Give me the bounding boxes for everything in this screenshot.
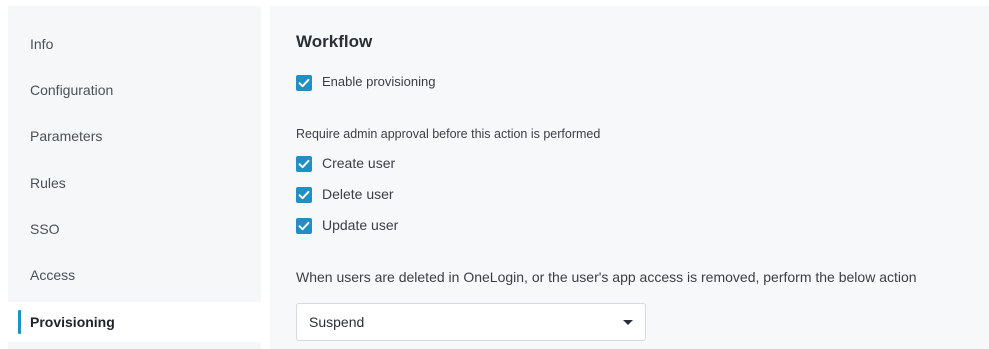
checkbox-label: Delete user <box>322 186 394 202</box>
approval-update-user-checkbox[interactable]: Update user <box>296 217 446 236</box>
deletion-action-select[interactable]: Suspend <box>296 303 646 341</box>
sidebar-item-label: Provisioning <box>30 314 115 330</box>
checkbox-label: Create user <box>322 155 396 171</box>
checkbox-checked-icon <box>296 218 312 234</box>
approval-heading: Require admin approval before this actio… <box>296 127 601 141</box>
sidebar-item-label: Parameters <box>30 128 103 144</box>
checkbox-label: Enable provisioning <box>322 74 436 89</box>
sidebar-item-parameters[interactable]: Parameters <box>8 116 261 156</box>
sidebar-item-label: Configuration <box>30 82 114 98</box>
deletion-action-description: When users are deleted in OneLogin, or t… <box>296 269 917 285</box>
sidebar-item-access[interactable]: Access <box>8 255 261 295</box>
checkbox-checked-icon <box>296 187 312 203</box>
sidebar-item-configuration[interactable]: Configuration <box>8 70 261 110</box>
approval-create-user-checkbox[interactable]: Create user <box>296 155 446 174</box>
checkbox-checked-icon <box>296 75 312 91</box>
checkbox-checked-icon <box>296 156 312 172</box>
approval-delete-user-checkbox[interactable]: Delete user <box>296 186 446 205</box>
main-content-area <box>270 6 989 349</box>
active-indicator <box>18 310 21 334</box>
checkbox-label: Update user <box>322 217 399 233</box>
sidebar-item-label: Access <box>30 267 76 283</box>
caret-down-icon <box>623 320 633 325</box>
sidebar-item-info[interactable]: Info <box>8 24 261 64</box>
sidebar-item-label: SSO <box>30 221 60 237</box>
sidebar-item-sso[interactable]: SSO <box>8 209 261 249</box>
sidebar-item-label: Info <box>30 36 54 52</box>
sidebar-item-provisioning[interactable]: Provisioning <box>8 302 261 342</box>
enable-provisioning-checkbox[interactable]: Enable provisioning <box>296 74 496 93</box>
section-title: Workflow <box>296 32 373 51</box>
sidebar-item-rules[interactable]: Rules <box>8 163 261 203</box>
app-frame: Info Configuration Parameters Rules SSO … <box>0 0 989 349</box>
sidebar-item-label: Rules <box>30 175 66 191</box>
sidebar: Info Configuration Parameters Rules SSO … <box>8 6 261 349</box>
select-value: Suspend <box>309 314 365 330</box>
